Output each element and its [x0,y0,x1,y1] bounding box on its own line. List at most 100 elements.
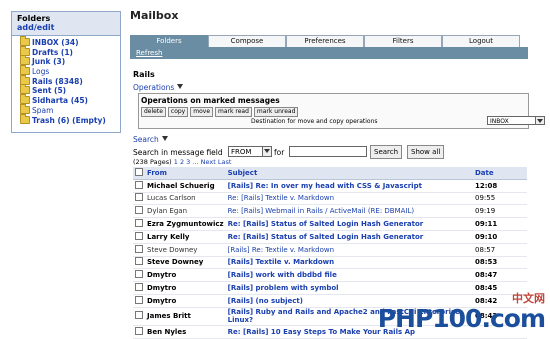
sidebar-folder-label[interactable]: Spam [32,106,53,115]
mark-read-button[interactable]: mark read [215,107,252,117]
add-edit-folders-link[interactable]: add/edit [17,23,55,32]
operations-toggle[interactable]: Operations [133,83,184,92]
row-checkbox[interactable] [135,326,143,335]
copy-button[interactable]: copy [167,107,189,117]
search-toggle[interactable]: Search [133,135,168,144]
row-from: Dmytro [147,296,177,305]
row-checkbox[interactable] [135,311,143,320]
table-row[interactable]: Dylan Egan Re: [Rails] Webmail in Rails /… [133,205,527,218]
table-row[interactable]: Dmytro [Rails] problem with symbol 08:45 [133,282,527,295]
row-checkbox-cell[interactable] [133,294,145,307]
row-checkbox[interactable] [135,257,143,266]
tab-folders[interactable]: Folders [130,35,208,47]
sidebar-folder-item[interactable]: Junk (3) [20,55,120,67]
search-button[interactable]: Search [370,145,403,159]
table-row[interactable]: Ezra Zygmuntowicz Re: [Rails] Status of S… [133,218,527,231]
row-from: Larry Kelly [147,232,190,241]
table-row[interactable]: Steve Downey [Rails] Textile v. Markdown 0… [133,256,527,269]
page-links[interactable]: 1 2 3 ... [174,158,199,166]
row-checkbox[interactable] [135,206,143,215]
row-checkbox-cell[interactable] [133,230,145,243]
sidebar-folder-label[interactable]: INBOX (34) [32,38,79,47]
row-checkbox-cell[interactable] [133,307,145,325]
row-subject-link[interactable]: [Rails] Textile v. Markdown [228,258,335,266]
search-field-select[interactable]: FROM [228,146,272,157]
row-checkbox-cell[interactable] [133,205,145,218]
row-subject-link[interactable]: [Rails] (no subject) [228,297,303,305]
row-checkbox-cell[interactable] [133,192,145,205]
column-header-from[interactable]: From [145,167,226,180]
row-subject-link[interactable]: Re: [Rails] Textile v. Markdown [228,194,334,202]
show-all-button[interactable]: Show all [407,145,445,159]
row-checkbox[interactable] [135,270,143,279]
site-watermark: 中文网 PHP100.com [378,292,546,333]
row-subject-link[interactable]: [Rails] Re: Textile v. Markdown [228,246,334,254]
sidebar-folder-item[interactable]: Sidharta (45) [20,94,120,106]
tab-preferences[interactable]: Preferences [286,35,364,47]
operations-toggle-label[interactable]: Operations [133,83,174,92]
row-checkbox[interactable] [135,180,143,189]
table-row[interactable]: Lucas Carlson Re: [Rails] Textile v. Mark… [133,192,527,205]
row-subject-cell: [Rails] Re: Textile v. Markdown [226,243,473,256]
row-checkbox-cell[interactable] [133,325,145,338]
refresh-link[interactable]: Refresh [136,49,162,57]
row-checkbox-cell[interactable] [133,282,145,295]
search-input[interactable] [289,146,367,157]
sidebar-folder-item[interactable]: Logs [20,65,120,77]
sidebar-folder-label[interactable]: Logs [32,67,49,76]
sidebar-folder-item[interactable]: Drafts (1) [20,45,120,58]
search-toggle-label[interactable]: Search [133,135,159,144]
column-header-subject[interactable]: Subject [225,167,473,180]
sidebar-folder-item[interactable]: INBOX (34) [20,36,120,48]
row-checkbox-cell[interactable] [133,269,145,282]
mark-unread-button[interactable]: mark unread [253,107,299,117]
destination-select[interactable]: INBOX [487,116,545,125]
sidebar-folder-item[interactable]: Rails (8348) [20,74,120,87]
sidebar-folder-label[interactable]: Junk (3) [32,57,65,66]
column-header-date[interactable]: Date [473,167,527,180]
row-date: 08:53 [475,258,498,267]
tab-filters[interactable]: Filters [364,35,442,47]
row-checkbox[interactable] [135,193,143,202]
row-checkbox[interactable] [135,283,143,292]
chevron-down-icon[interactable] [262,147,271,156]
collapse-triangle-icon[interactable] [161,136,168,141]
row-checkbox[interactable] [135,244,143,253]
sidebar-folder-item[interactable]: Sent (5) [20,84,120,96]
table-row[interactable]: Dmytro [Rails] work with dbdbd file 08:47 [133,269,527,282]
sidebar-folder-item[interactable]: Trash (6) (Empty) [20,113,120,126]
row-subject-link[interactable]: [Rails] work with dbdbd file [228,271,337,279]
row-subject-link[interactable]: Re: [Rails] Webmail in Rails / ActiveMai… [228,207,415,215]
chevron-down-icon[interactable] [535,117,544,124]
tab-compose[interactable]: Compose [208,35,286,47]
sidebar-folder-label[interactable]: Rails (8348) [32,77,83,86]
row-subject-link[interactable]: Re: [Rails] Status of Salted Login Hash … [228,220,424,228]
sidebar-folder-label[interactable]: Drafts (1) [32,48,73,57]
row-checkbox[interactable] [135,219,143,228]
delete-button[interactable]: delete [141,107,166,117]
tab-logout[interactable]: Logout [442,35,520,47]
collapse-triangle-icon[interactable] [177,84,184,89]
select-all-checkbox[interactable] [133,167,145,180]
sidebar-folder-item[interactable]: Spam [20,103,120,116]
sidebar-folder-label[interactable]: Trash (6) (Empty) [32,116,106,125]
checkbox-icon[interactable] [135,167,143,176]
table-row[interactable]: Larry Kelly Re: [Rails] Status of Salted … [133,230,527,244]
table-row[interactable]: Michael Schuerig [Rails] Re: In over my h… [133,179,527,193]
move-button[interactable]: move [190,107,214,117]
sidebar-folder-label[interactable]: Sent (5) [32,86,66,95]
sidebar-folder-label[interactable]: Sidharta (45) [32,96,88,105]
row-checkbox[interactable] [135,231,143,240]
operations-header: Operations on marked messages [141,96,280,105]
row-checkbox-cell[interactable] [133,243,145,256]
next-page-link[interactable]: Next [201,158,216,166]
row-checkbox-cell[interactable] [133,218,145,231]
row-subject-link[interactable]: [Rails] Re: In over my head with CSS & J… [228,182,422,190]
last-page-link[interactable]: Last [218,158,232,166]
row-checkbox[interactable] [135,295,143,304]
row-subject-link[interactable]: Re: [Rails] Status of Salted Login Hash … [228,233,424,241]
table-row[interactable]: Steve Downey [Rails] Re: Textile v. Markd… [133,243,527,257]
row-checkbox-cell[interactable] [133,179,145,192]
row-subject-link[interactable]: [Rails] problem with symbol [228,284,339,292]
row-checkbox-cell[interactable] [133,256,145,269]
